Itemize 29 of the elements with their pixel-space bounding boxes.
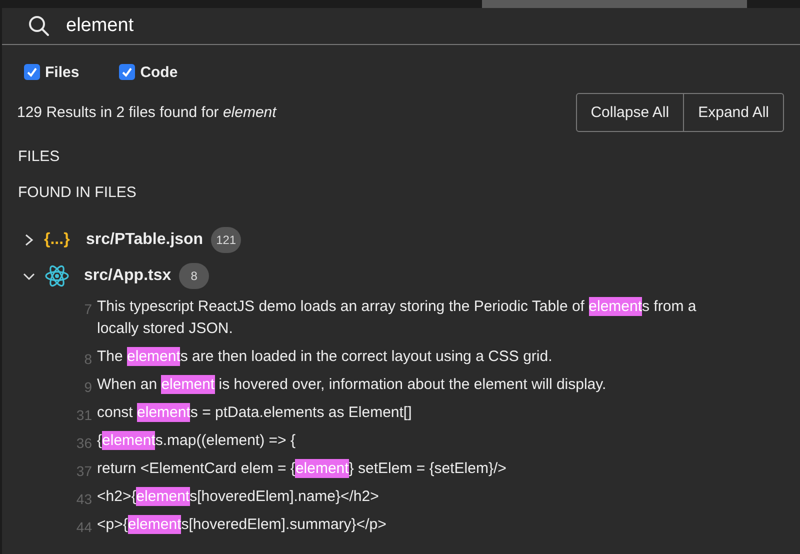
json-file-icon: {...} — [44, 231, 72, 249]
section-heading: FOUND IN FILES — [17, 183, 138, 203]
line-number: 31 — [76, 406, 92, 423]
atom-icon — [44, 264, 70, 288]
results-summary: 129 Results in 2 files found for element — [17, 104, 276, 121]
count-badge: 8 — [179, 263, 210, 289]
checkbox-label[interactable]: Files — [45, 64, 80, 80]
checkbox[interactable] — [119, 64, 136, 80]
search-icon — [28, 15, 50, 37]
result-line[interactable]: This typescript ReactJS demo loads an array storing the Periodic Table of elements from a locally stored JSON. — [97, 296, 737, 340]
line-number: 44 — [76, 518, 92, 535]
line-number: 37 — [76, 462, 92, 479]
file-name[interactable]: src/App.tsx — [84, 267, 172, 285]
toolbar-button[interactable]: Expand All — [683, 94, 783, 131]
checkbox[interactable] — [24, 64, 40, 80]
line-number: 36 — [76, 434, 92, 451]
result-line[interactable]: <h2>{elements[hoveredElem].name}</h2> — [97, 486, 737, 508]
search-field[interactable]: element — [66, 15, 366, 37]
count-badge: 121 — [211, 227, 242, 253]
result-line[interactable]: return <ElementCard elem = {element} setElem = {setElem}/> — [97, 458, 737, 480]
line-number: 7 — [83, 300, 92, 317]
line-number: 9 — [83, 378, 92, 395]
result-line[interactable]: When an element is hovered over, information about the element will display. — [97, 374, 737, 396]
checkbox-label[interactable]: Code — [140, 64, 178, 80]
file-name[interactable]: src/PTable.json — [86, 231, 204, 249]
line-number: 8 — [83, 350, 92, 367]
line-number: 43 — [76, 490, 92, 507]
toolbar-button[interactable]: Collapse All — [576, 94, 684, 131]
section-heading: FILES — [17, 147, 61, 167]
